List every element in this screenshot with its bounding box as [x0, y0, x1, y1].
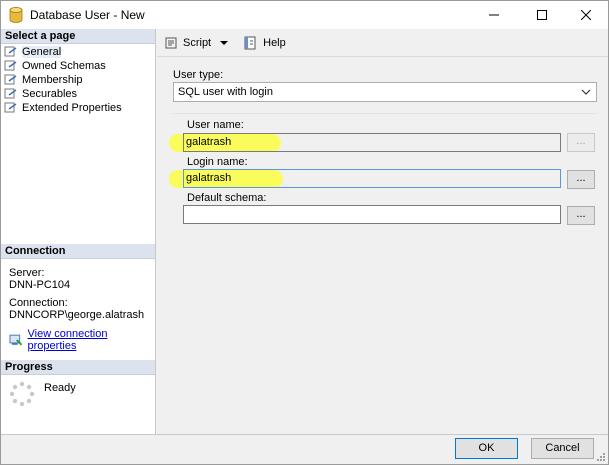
title-bar: Database User - New — [1, 1, 608, 29]
help-label: Help — [263, 37, 286, 49]
chevron-down-icon[interactable] — [219, 38, 229, 48]
default-schema-browse-button[interactable]: ... — [567, 206, 595, 225]
window-title: Database User - New — [30, 8, 145, 22]
left-panel: Select a page General Owned Schemas Memb… — [1, 29, 156, 434]
ok-button[interactable]: OK — [455, 438, 518, 459]
minimize-icon — [489, 14, 499, 16]
user-type-value: SQL user with login — [178, 86, 273, 98]
script-icon — [165, 37, 177, 49]
server-info: Server: DNN-PC104 — [9, 267, 70, 291]
script-label: Script — [183, 37, 212, 49]
toolbar: Script Help — [157, 29, 608, 57]
minimize-button[interactable] — [471, 1, 517, 29]
progress-heading: Progress — [1, 360, 155, 375]
maximize-icon — [537, 10, 547, 20]
page-icon — [4, 60, 17, 71]
help-icon — [244, 36, 256, 50]
user-name-label: User name: — [187, 119, 244, 131]
server-label: Server: — [9, 267, 45, 279]
cancel-button[interactable]: Cancel — [531, 438, 594, 459]
view-connection-row: View connection properties — [9, 328, 155, 352]
page-item-label: Owned Schemas — [22, 60, 106, 72]
login-name-label: Login name: — [187, 156, 248, 168]
maximize-button[interactable] — [519, 1, 565, 29]
page-item-label: General — [22, 46, 62, 58]
connection-properties-icon — [9, 334, 23, 346]
general-page-form: User type: SQL user with login User name… — [157, 57, 608, 434]
progress-status: Ready — [44, 382, 76, 394]
database-icon — [9, 7, 23, 23]
footer-divider — [1, 434, 608, 435]
select-page-heading: Select a page — [1, 29, 155, 44]
close-icon — [581, 10, 591, 20]
group-separator — [173, 113, 597, 114]
connection-label: Connection: — [9, 297, 68, 309]
user-type-select[interactable]: SQL user with login — [173, 82, 597, 102]
server-value: DNN-PC104 — [9, 279, 71, 291]
page-item-membership[interactable]: Membership — [4, 73, 122, 87]
page-item-label: Extended Properties — [22, 102, 122, 114]
resize-grip-icon[interactable] — [596, 452, 606, 462]
connection-value: DNNCORP\george.alatrash — [9, 309, 145, 321]
page-item-general[interactable]: General — [4, 45, 122, 59]
database-user-dialog: Database User - New Select a page Genera… — [0, 0, 609, 465]
help-button[interactable]: Help — [243, 36, 286, 50]
progress-spinner-icon — [9, 381, 35, 407]
default-schema-label: Default schema: — [187, 192, 267, 204]
script-button[interactable]: Script — [163, 36, 233, 50]
connection-info: Connection: DNNCORP\george.alatrash — [9, 297, 144, 321]
page-icon — [4, 46, 17, 57]
chevron-down-icon — [581, 89, 591, 95]
page-item-extended-properties[interactable]: Extended Properties — [4, 101, 122, 115]
page-item-label: Securables — [22, 88, 78, 100]
page-item-owned-schemas[interactable]: Owned Schemas — [4, 59, 122, 73]
close-button[interactable] — [563, 1, 608, 29]
user-name-input[interactable]: galatrash — [183, 133, 561, 152]
login-name-browse-button[interactable]: ... — [567, 170, 595, 189]
page-item-securables[interactable]: Securables — [4, 87, 122, 101]
user-name-browse-button[interactable]: ... — [567, 133, 595, 152]
view-connection-properties-link[interactable]: View connection properties — [28, 328, 155, 352]
login-name-input[interactable]: galatrash — [183, 169, 561, 188]
connection-heading: Connection — [1, 244, 155, 259]
user-type-label: User type: — [173, 69, 224, 81]
page-icon — [4, 102, 17, 113]
page-icon — [4, 74, 17, 85]
page-icon — [4, 88, 17, 99]
page-item-label: Membership — [22, 74, 83, 86]
page-list: General Owned Schemas Membership Securab… — [4, 45, 122, 115]
default-schema-input[interactable] — [183, 205, 561, 224]
